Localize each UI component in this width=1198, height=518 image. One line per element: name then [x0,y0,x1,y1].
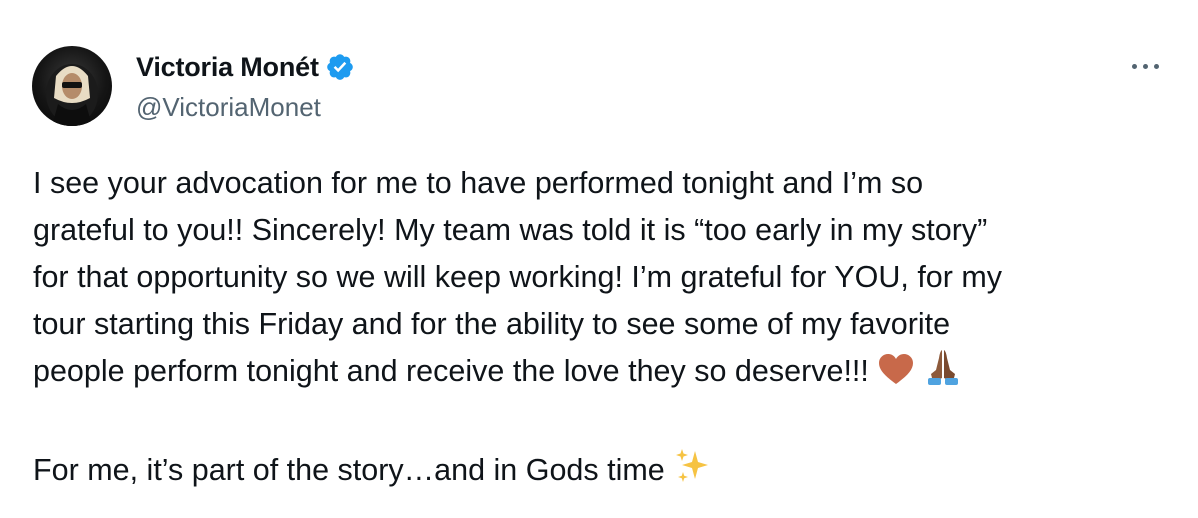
tweet-line-with-emoji: people perform tonight and receive the l… [33,348,1173,400]
heart-icon [877,352,915,400]
tweet-line: people perform tonight and receive the l… [33,354,869,388]
tweet-line: For me, it’s part of the story…and in Go… [33,453,665,487]
display-name[interactable]: Victoria Monét [136,52,319,83]
author-name-row: Victoria Monét [136,50,355,84]
avatar[interactable] [32,46,112,126]
author-handle[interactable]: @VictoriaMonet [136,92,321,123]
tweet-line: tour starting this Friday and for the ab… [33,307,951,341]
tweet-line: I see your advocation for me to have per… [33,166,924,200]
tweet-line-with-emoji: For me, it’s part of the story…and in Go… [33,447,1173,499]
praying-hands-icon [923,348,963,400]
avatar-image [46,64,98,126]
more-horizontal-icon[interactable] [1124,54,1166,78]
verified-badge-icon [325,52,355,82]
sparkles-icon [673,447,711,499]
tweet-card: Victoria Monét @VictoriaMonet I see your… [0,0,1198,518]
tweet-line: grateful to you!! Sincerely! My team was… [33,213,988,247]
tweet-line: for that opportunity so we will keep wor… [33,260,1003,294]
tweet-text: I see your advocation for me to have per… [33,160,1173,499]
